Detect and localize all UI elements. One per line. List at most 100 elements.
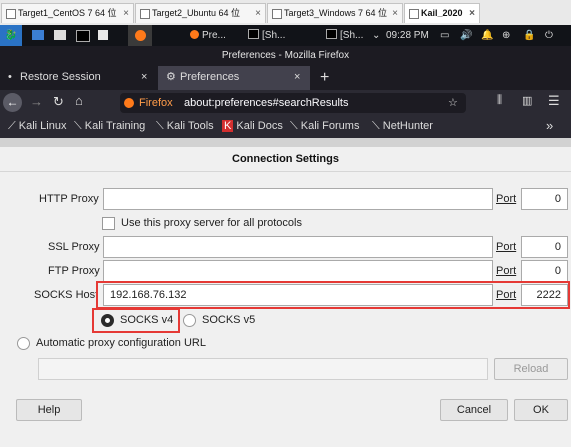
bookmark-label: Kali Linux xyxy=(18,120,67,132)
socks-host-label: SOCKS Host xyxy=(34,289,98,301)
dialog-backdrop xyxy=(0,138,571,147)
url-bar[interactable]: Firefox about:preferences#searchResults … xyxy=(120,93,466,113)
power-icon[interactable]: ⏻ xyxy=(545,25,553,46)
bookmark-label: Kali Tools xyxy=(166,120,214,132)
home-icon[interactable]: ⌂ xyxy=(75,93,83,108)
http-proxy-input[interactable] xyxy=(103,188,493,210)
use-all-protocols-checkbox[interactable] xyxy=(102,217,115,230)
vm-icon xyxy=(272,9,282,19)
notification-bell-icon[interactable]: 🔔 xyxy=(481,25,493,46)
vm-tab-windows[interactable]: Target3_Windows 7 64 位 × xyxy=(267,3,403,23)
vm-tab-ubuntu[interactable]: Target2_Ubuntu 64 位 × xyxy=(135,3,266,23)
reload-button[interactable]: Reload xyxy=(494,358,568,380)
bookmark-kali-tools[interactable]: ⟍ Kali Tools xyxy=(156,116,214,136)
library-icon[interactable]: ⫼ xyxy=(497,94,502,107)
help-button[interactable]: Help xyxy=(16,399,82,421)
files-icon[interactable] xyxy=(54,25,68,46)
vm-tab-label: Kail_2020 xyxy=(421,8,463,18)
ssl-proxy-label: SSL Proxy xyxy=(48,241,100,253)
auto-config-url-input[interactable] xyxy=(38,358,488,380)
vm-tab-centos[interactable]: Target1_CentOS 7 64 位 × xyxy=(1,3,134,23)
firefox-icon xyxy=(190,30,199,39)
socks-port-input[interactable]: 2222 xyxy=(521,284,568,306)
taskbar-label: [Sh... xyxy=(340,30,364,41)
close-tab-icon[interactable]: × xyxy=(294,66,300,89)
editor-icon[interactable] xyxy=(98,25,112,46)
menu-hamburger-icon[interactable]: ☰ xyxy=(548,93,560,109)
back-arrow-icon[interactable]: ← xyxy=(3,93,22,112)
socks-v4-radio[interactable] xyxy=(101,314,114,327)
bookmark-kali-training[interactable]: ⟍ Kali Training xyxy=(74,116,145,136)
ftp-proxy-input[interactable] xyxy=(103,260,493,282)
ssl-port-label: Port xyxy=(496,241,517,253)
tab-label: Restore Session xyxy=(20,71,101,83)
bookmark-label: Kali Docs xyxy=(236,120,283,132)
firefox-icon xyxy=(124,98,134,108)
kali-top-panel: 🐉 Pre... [Sh... [Sh... ⌄ 09:28 PM ▭ 🔊 🔔 … xyxy=(0,25,571,46)
tab-preferences[interactable]: ⚙ Preferences × xyxy=(158,66,310,90)
gear-icon: ⚙ xyxy=(166,71,176,83)
close-tab-icon[interactable]: × xyxy=(141,66,147,89)
kali-dragon-icon: ⟍ xyxy=(74,120,85,132)
url-text: about:preferences#searchResults xyxy=(184,97,349,109)
sidebar-icon[interactable]: ▥ xyxy=(522,94,532,107)
title-divider xyxy=(0,171,571,172)
close-icon[interactable]: × xyxy=(469,4,475,23)
bookmarks-toolbar: ⟋ Kali Linux ⟍ Kali Training ⟍ Kali Tool… xyxy=(0,116,571,138)
socks-host-input[interactable]: 192.168.76.132 xyxy=(103,284,493,306)
power-manager-icon[interactable]: ▭ xyxy=(440,25,449,46)
http-port-input[interactable]: 0 xyxy=(521,188,568,210)
terminal-icon xyxy=(326,29,337,39)
vm-icon xyxy=(409,9,419,19)
reload-icon[interactable]: ↻ xyxy=(53,94,64,110)
bookmark-nethunter[interactable]: ⟍ NetHunter xyxy=(372,116,433,136)
bookmark-kali-forums[interactable]: ⟍ Kali Forums xyxy=(290,116,359,136)
use-all-protocols-label: Use this proxy server for all protocols xyxy=(121,217,302,229)
terminal-icon[interactable] xyxy=(32,25,46,46)
socks-v5-radio[interactable] xyxy=(183,314,196,327)
kali-dragon-icon: ⟋ xyxy=(8,120,19,132)
socks-v4-label: SOCKS v4 xyxy=(120,314,174,326)
cancel-button[interactable]: Cancel xyxy=(440,399,508,421)
window-title: Preferences - Mozilla Firefox xyxy=(0,46,571,66)
forward-arrow-icon[interactable]: → xyxy=(30,94,43,109)
taskbar-label: Pre... xyxy=(202,30,226,41)
bookmark-star-icon[interactable]: ☆ xyxy=(448,93,458,113)
ok-button[interactable]: OK xyxy=(514,399,568,421)
clock[interactable]: 09:28 PM xyxy=(386,25,429,46)
bookmark-kali-linux[interactable]: ⟋ Kali Linux xyxy=(8,116,66,136)
taskbar-item-shell-1[interactable]: [Sh... xyxy=(248,25,285,46)
url-brand: Firefox xyxy=(139,97,173,109)
ftp-proxy-label: FTP Proxy xyxy=(48,265,100,277)
firefox-launcher-icon[interactable] xyxy=(128,25,152,46)
vm-tab-label: Target3_Windows 7 64 位 xyxy=(284,8,388,18)
close-icon[interactable]: × xyxy=(255,4,261,23)
taskbar-item-preferences[interactable]: Pre... xyxy=(190,25,226,46)
vm-icon xyxy=(6,9,16,19)
kali-dragon-icon: ⟍ xyxy=(156,120,167,132)
firefox-tab-strip: • Restore Session × ⚙ Preferences × + xyxy=(0,66,571,90)
ssl-proxy-input[interactable] xyxy=(103,236,493,258)
bookmark-kali-docs[interactable]: K Kali Docs xyxy=(222,116,283,136)
chevron-down-icon[interactable]: ⌄ xyxy=(372,25,380,46)
tab-label: Preferences xyxy=(180,71,240,83)
vm-tab-kali[interactable]: Kail_2020 × xyxy=(404,3,480,23)
lock-icon[interactable]: 🔒 xyxy=(523,25,535,46)
close-icon[interactable]: × xyxy=(123,4,129,23)
kali-menu-icon[interactable]: 🐉 xyxy=(0,25,22,46)
connection-settings-dialog: Connection Settings HTTP Proxy Port 0 Us… xyxy=(0,147,571,447)
terminal-app-icon[interactable] xyxy=(76,25,90,46)
ftp-port-label: Port xyxy=(496,265,517,277)
bookmarks-overflow-icon[interactable]: » xyxy=(546,116,553,136)
http-proxy-label: HTTP Proxy xyxy=(39,193,99,205)
new-tab-plus-icon[interactable]: + xyxy=(320,66,329,90)
bookmark-label: Kali Training xyxy=(84,120,146,132)
tab-restore-session[interactable]: • Restore Session × xyxy=(0,66,158,90)
taskbar-item-shell-2[interactable]: [Sh... xyxy=(326,25,363,46)
ftp-port-input[interactable]: 0 xyxy=(521,260,568,282)
close-icon[interactable]: × xyxy=(392,4,398,23)
volume-icon[interactable]: 🔊 xyxy=(460,25,472,46)
auto-config-radio[interactable] xyxy=(17,337,30,350)
network-icon[interactable]: ⊕ xyxy=(502,25,510,46)
ssl-port-input[interactable]: 0 xyxy=(521,236,568,258)
